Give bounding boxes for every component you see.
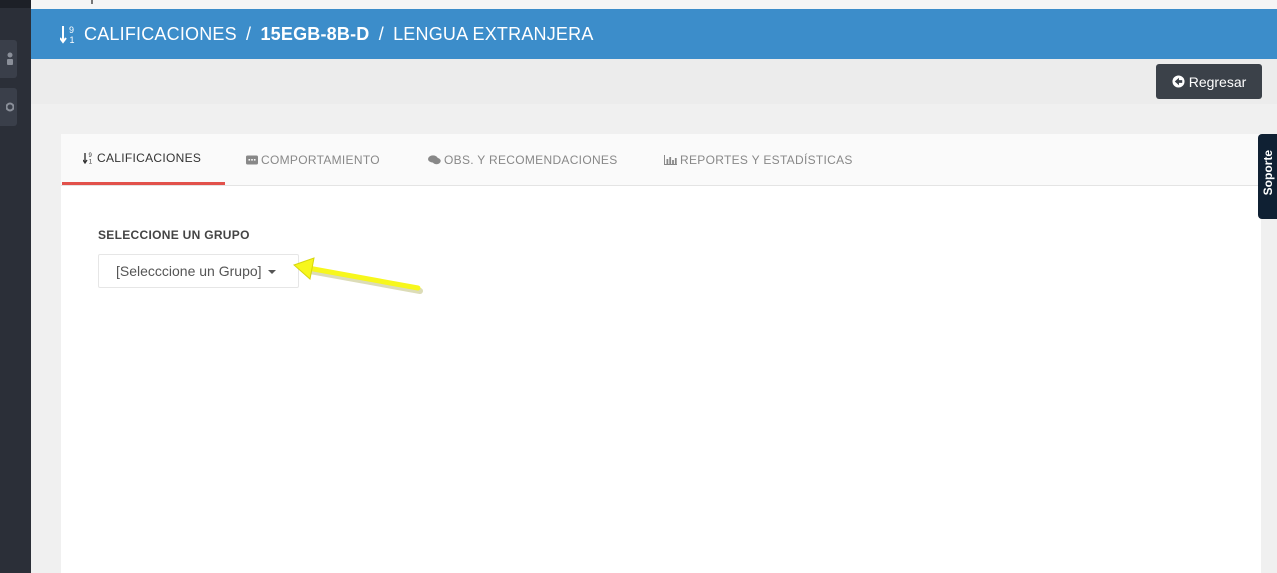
content-card: 9 1 CALIFICACIONES COMPORTAMIENTO OBS. Y… xyxy=(61,134,1261,573)
gear-icon xyxy=(6,102,14,112)
toolbar: Regresar xyxy=(31,59,1277,104)
page-title: CALIFICACIONES / 15EGB-8B-D / LENGUA EXT… xyxy=(84,24,594,45)
support-tab-label: Soporte xyxy=(1261,150,1275,196)
title-separator: / xyxy=(246,23,252,44)
tab-comportamiento[interactable]: COMPORTAMIENTO xyxy=(246,134,380,185)
user-icon xyxy=(7,52,13,65)
tab-label: REPORTES Y ESTADÍSTICAS xyxy=(680,152,853,167)
bar-chart-icon xyxy=(664,154,677,165)
arrow-circle-left-icon xyxy=(1172,75,1185,88)
svg-text:9: 9 xyxy=(69,25,74,35)
tab-label: OBS. Y RECOMENDACIONES xyxy=(444,152,618,167)
annotation-arrow-icon xyxy=(293,257,423,294)
top-strip xyxy=(31,0,1277,9)
tab-label: COMPORTAMIENTO xyxy=(261,152,380,167)
page-header: 9 1 CALIFICACIONES / 15EGB-8B-D / LENGUA… xyxy=(31,9,1277,59)
comment-dots-icon xyxy=(246,155,258,164)
group-select-value: [Selecccione un Grupo] xyxy=(116,263,262,279)
support-side-tab[interactable]: Soporte xyxy=(1258,134,1277,219)
left-sidebar xyxy=(0,0,31,573)
tab-bar: 9 1 CALIFICACIONES COMPORTAMIENTO OBS. Y… xyxy=(61,134,1261,186)
top-strip-mark xyxy=(91,0,93,4)
svg-text:1: 1 xyxy=(89,160,93,165)
caret-down-icon xyxy=(267,270,276,274)
group-select-dropdown[interactable]: [Selecccione un Grupo] xyxy=(98,254,299,288)
svg-text:9: 9 xyxy=(89,153,93,159)
sidebar-item-settings[interactable] xyxy=(0,88,17,126)
select-group-heading: SELECCIONE UN GRUPO xyxy=(98,228,250,242)
svg-text:1: 1 xyxy=(70,35,75,44)
back-button[interactable]: Regresar xyxy=(1156,64,1262,99)
sidebar-top-bar xyxy=(0,0,31,8)
title-separator: / xyxy=(378,23,384,44)
tab-calificaciones[interactable]: 9 1 CALIFICACIONES xyxy=(62,134,225,185)
tab-label: CALIFICACIONES xyxy=(97,151,202,165)
title-module: CALIFICACIONES xyxy=(84,23,237,44)
sort-numeric-icon: 9 1 xyxy=(60,24,78,44)
title-course: 15EGB-8B-D xyxy=(260,23,370,44)
sidebar-item-user[interactable] xyxy=(0,40,17,78)
title-subject: LENGUA EXTRANJERA xyxy=(393,23,594,44)
tab-reportes[interactable]: REPORTES Y ESTADÍSTICAS xyxy=(664,134,853,185)
comments-icon xyxy=(428,154,441,164)
back-button-label: Regresar xyxy=(1188,73,1247,90)
tab-observaciones[interactable]: OBS. Y RECOMENDACIONES xyxy=(428,134,618,185)
sort-numeric-icon: 9 1 xyxy=(83,153,93,165)
